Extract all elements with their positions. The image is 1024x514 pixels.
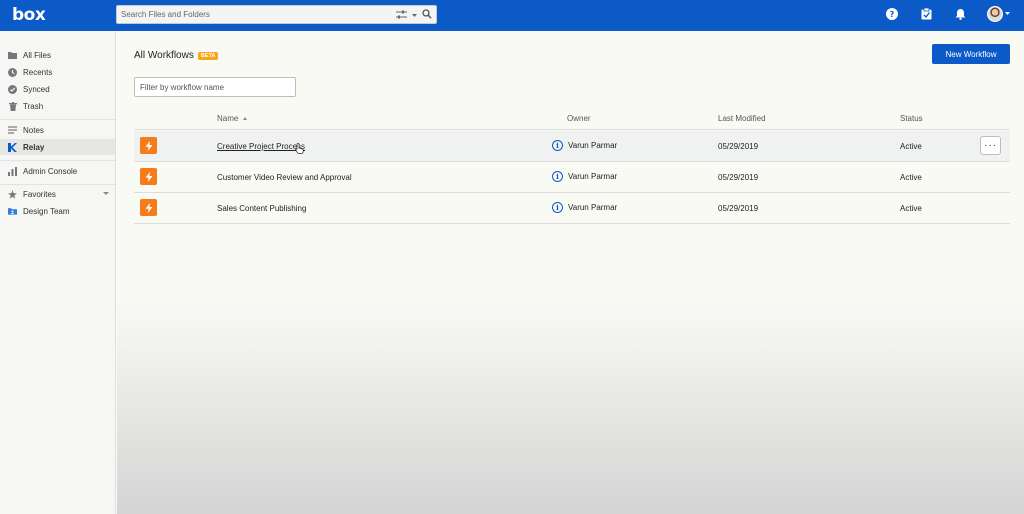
new-workflow-button[interactable]: New Workflow: [932, 44, 1010, 64]
sidebar-item-label: Recents: [23, 67, 53, 77]
sidebar-item-label: Relay: [23, 142, 45, 152]
sidebar-item-relay[interactable]: Relay: [0, 139, 115, 155]
owner-name: Varun Parmar: [568, 172, 618, 181]
workflow-name-link[interactable]: Creative Project Process: [217, 142, 305, 151]
sort-ascending-icon[interactable]: [243, 117, 248, 120]
sidebar: All Files Recents Synced Trash Notes Rel…: [0, 31, 116, 514]
owner-name: Varun Parmar: [568, 141, 618, 150]
sidebar-divider: [0, 119, 115, 120]
column-header-status: Status: [900, 114, 923, 123]
info-icon[interactable]: i: [552, 202, 563, 213]
hand-cursor-icon: [295, 143, 304, 156]
sidebar-item-favorites[interactable]: Favorites: [0, 186, 115, 202]
table-row[interactable]: Customer Video Review and Approval i Var…: [134, 162, 1010, 193]
workflow-lightning-icon: [140, 168, 157, 185]
chevron-down-icon[interactable]: [412, 11, 417, 20]
help-icon[interactable]: ?: [885, 7, 899, 21]
sidebar-item-trash[interactable]: Trash: [0, 98, 115, 114]
info-icon[interactable]: i: [552, 171, 563, 182]
sidebar-divider: [0, 184, 115, 185]
page-title-text: All Workflows: [134, 50, 194, 61]
chevron-down-icon[interactable]: [103, 192, 109, 195]
notes-icon: [8, 126, 17, 135]
table-row[interactable]: Sales Content Publishing i Varun Parmar …: [134, 193, 1010, 224]
info-icon[interactable]: i: [552, 140, 563, 151]
folder-collab-icon: [8, 207, 17, 216]
beta-badge: BETA: [197, 51, 219, 60]
workflow-name-link[interactable]: Sales Content Publishing: [217, 204, 306, 213]
table-row[interactable]: Creative Project Process i Varun Parmar …: [134, 131, 1010, 162]
status-text: Active: [900, 142, 922, 151]
sidebar-item-admin-console[interactable]: Admin Console: [0, 163, 115, 179]
last-modified-date: 05/29/2019: [718, 142, 759, 151]
owner-cell: i Varun Parmar: [552, 202, 617, 213]
column-name-label: Name: [217, 114, 239, 123]
sidebar-item-label: All Files: [23, 50, 52, 60]
trash-icon: [8, 101, 17, 111]
tasks-icon[interactable]: [919, 7, 933, 21]
sidebar-item-label: Design Team: [23, 206, 70, 216]
sidebar-item-label: Favorites: [23, 189, 56, 199]
sidebar-item-label: Notes: [23, 125, 44, 135]
svg-text:?: ?: [890, 10, 895, 19]
check-circle-icon: [8, 84, 17, 94]
search-icon[interactable]: [422, 9, 432, 21]
last-modified-date: 05/29/2019: [718, 204, 759, 213]
page-title: All Workflows BETA: [134, 50, 219, 61]
workflow-name-link[interactable]: Customer Video Review and Approval: [217, 173, 352, 182]
sidebar-item-label: Trash: [23, 101, 44, 111]
owner-cell: i Varun Parmar: [552, 171, 617, 182]
sidebar-item-all-files[interactable]: All Files: [0, 47, 115, 63]
sidebar-item-notes[interactable]: Notes: [0, 122, 115, 138]
sidebar-divider: [0, 160, 115, 161]
column-header-owner: Owner: [567, 114, 591, 123]
sidebar-item-synced[interactable]: Synced: [0, 81, 115, 97]
relay-icon: [8, 142, 17, 152]
filter-workflow-input[interactable]: [134, 77, 296, 97]
column-header-name[interactable]: Name: [217, 114, 248, 123]
search-bar[interactable]: [116, 5, 437, 24]
owner-cell: i Varun Parmar: [552, 140, 617, 151]
workflow-lightning-icon: [140, 137, 157, 154]
star-icon: [8, 189, 17, 199]
sidebar-item-label: Admin Console: [23, 166, 78, 176]
sidebar-item-design-team[interactable]: Design Team: [0, 203, 115, 219]
last-modified-date: 05/29/2019: [718, 173, 759, 182]
avatar[interactable]: [987, 6, 1003, 22]
filter-sliders-icon[interactable]: [396, 10, 407, 21]
status-text: Active: [900, 204, 922, 213]
more-options-button[interactable]: ···: [980, 136, 1001, 155]
column-header-last-modified: Last Modified: [718, 114, 766, 123]
table-header: Name Owner Last Modified Status: [134, 111, 1010, 130]
chevron-down-icon[interactable]: [1005, 12, 1010, 16]
sidebar-item-recents[interactable]: Recents: [0, 64, 115, 80]
notifications-icon[interactable]: [953, 7, 967, 21]
clock-icon: [8, 67, 17, 77]
bar-chart-icon: [8, 166, 17, 176]
workflow-lightning-icon: [140, 199, 157, 216]
sidebar-item-label: Synced: [23, 84, 50, 94]
box-logo[interactable]: box: [12, 5, 46, 25]
status-text: Active: [900, 173, 922, 182]
owner-name: Varun Parmar: [568, 203, 618, 212]
folder-icon: [8, 51, 17, 60]
account-menu[interactable]: [987, 6, 1010, 22]
search-input[interactable]: [121, 10, 391, 19]
main-content: All Workflows BETA New Workflow Name Own…: [117, 31, 1024, 514]
top-bar: box ?: [0, 0, 1024, 31]
